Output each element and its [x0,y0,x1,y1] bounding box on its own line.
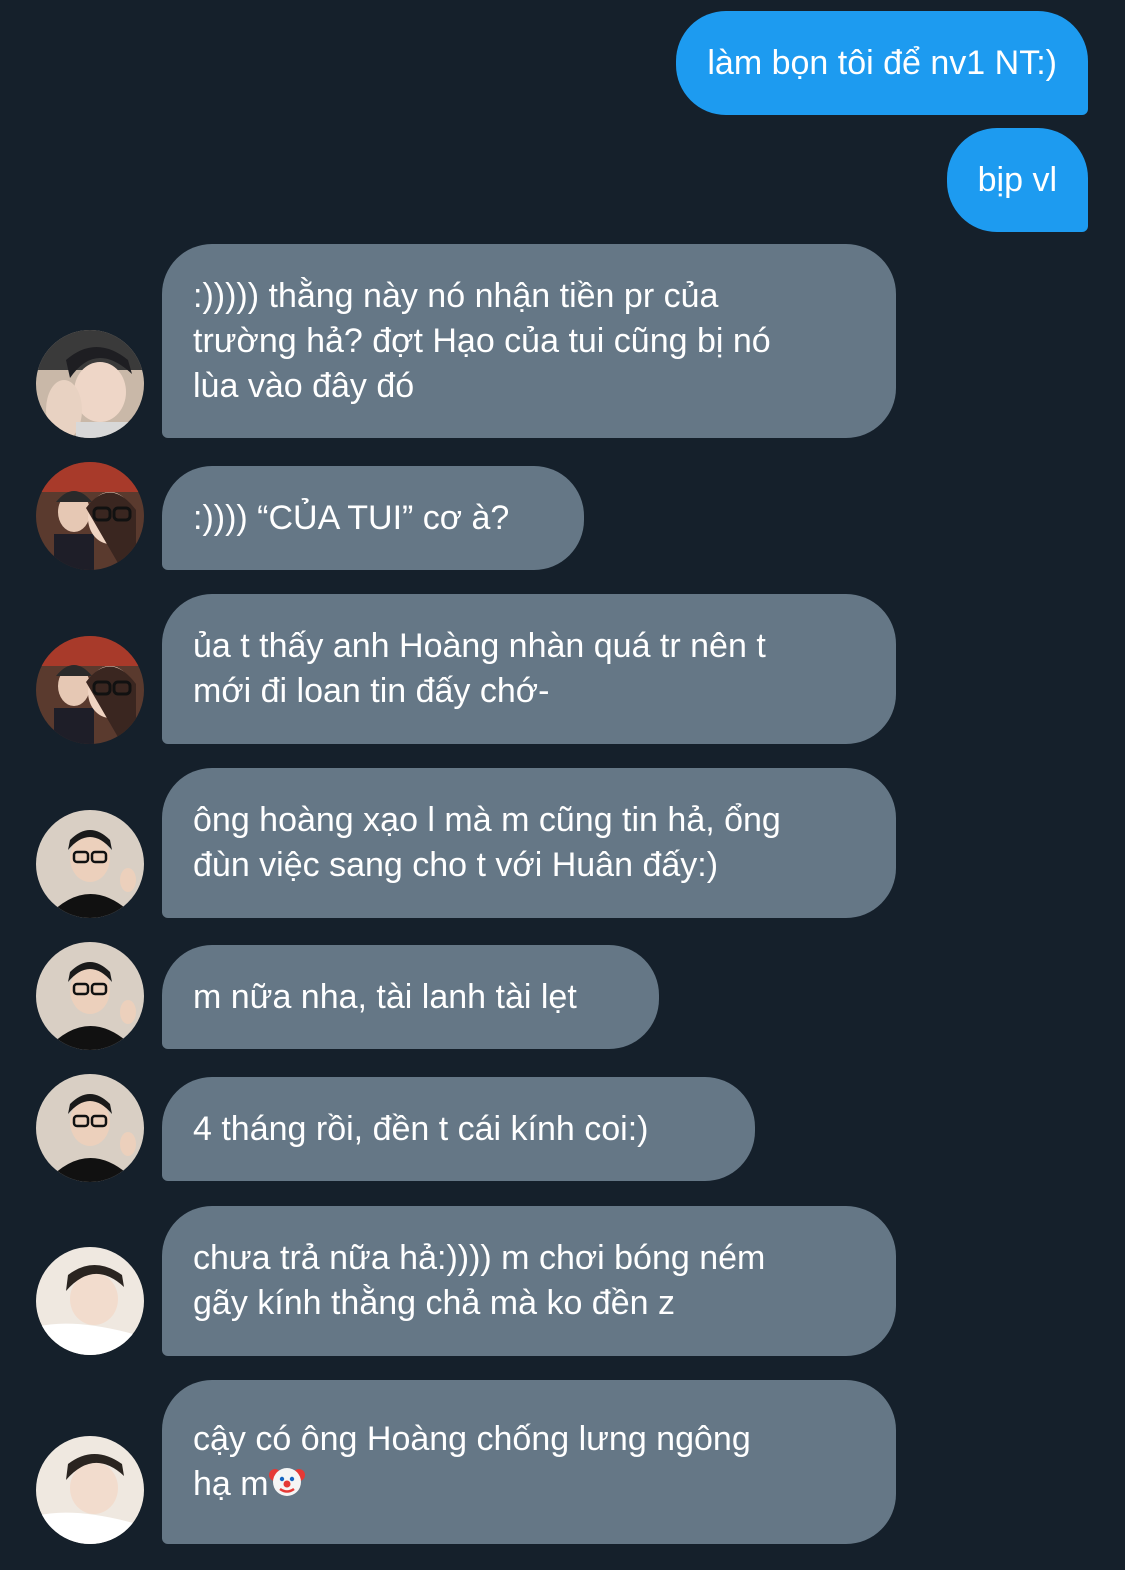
message-bubble-received[interactable]: 4 tháng rồi, đền t cái kính coi:) [162,1077,755,1181]
message-bubble-received[interactable]: :)))) “CỦA TUI” cơ à? [162,466,584,570]
avatar-photo-icon [36,1436,144,1544]
avatar[interactable] [36,636,144,744]
message-bubble-received[interactable]: m nữa nha, tài lanh tài lẹt [162,945,659,1049]
message-text: :)))) “CỦA TUI” cơ à? [193,498,510,537]
avatar-photo-icon [36,636,144,744]
message-text: ủa t thấy anh Hoàng nhàn quá tr nên t [193,627,766,665]
message-text: lùa vào đây đó [193,366,415,405]
message-text: hạ m [193,1465,269,1503]
message-text: bịp vl [977,160,1057,199]
avatar[interactable] [36,1247,144,1355]
message-text: ông hoàng xạo l mà m cũng tin hả, ổng [193,801,781,839]
message-text: làm bọn tôi để nv1 NT:) [707,43,1057,82]
avatar[interactable] [36,1436,144,1544]
message-text: trường hả? đợt Hạo của tui cũng bị nó [193,321,771,360]
message-bubble-sent[interactable]: bịp vl [946,128,1088,232]
message-bubble-received[interactable]: chưa trả nữa hả:)))) m chơi bóng ném gãy… [162,1206,896,1356]
avatar-photo-icon [36,330,144,438]
message-text: cậy có ông Hoàng chống lưng ngông [193,1420,751,1458]
avatar-photo-icon [36,462,144,570]
avatar-photo-icon [36,810,144,918]
message-text-with-emoji: hạ m [193,1462,865,1507]
message-text: m nữa nha, tài lanh tài lẹt [193,977,577,1016]
message-text: mới đi loan tin đấy chớ- [193,672,550,710]
avatar-photo-icon [36,942,144,1050]
message-text: :))))) thằng này nó nhận tiền pr của [193,276,719,315]
avatar[interactable] [36,810,144,918]
message-text: gãy kính thằng chả mà ko đền z [193,1284,675,1322]
avatar[interactable] [36,462,144,570]
clown-face-emoji-icon [268,1463,305,1499]
message-bubble-sent[interactable]: làm bọn tôi để nv1 NT:) [676,11,1088,115]
avatar[interactable] [36,942,144,1050]
message-text: 4 tháng rồi, đền t cái kính coi:) [193,1109,649,1148]
avatar-photo-icon [36,1074,144,1182]
message-bubble-received[interactable]: :))))) thằng này nó nhận tiền pr của trư… [162,244,896,438]
avatar-photo-icon [36,1247,144,1355]
message-bubble-received[interactable]: ông hoàng xạo l mà m cũng tin hả, ổng đù… [162,768,896,918]
avatar[interactable] [36,1074,144,1182]
message-text: đùn việc sang cho t với Huân đấy:) [193,846,719,884]
message-bubble-received[interactable]: cậy có ông Hoàng chống lưng ngông hạ m [162,1380,896,1544]
message-text: chưa trả nữa hả:)))) m chơi bóng ném [193,1239,766,1277]
message-bubble-received[interactable]: ủa t thấy anh Hoàng nhàn quá tr nên t mớ… [162,594,896,744]
avatar[interactable] [36,330,144,438]
